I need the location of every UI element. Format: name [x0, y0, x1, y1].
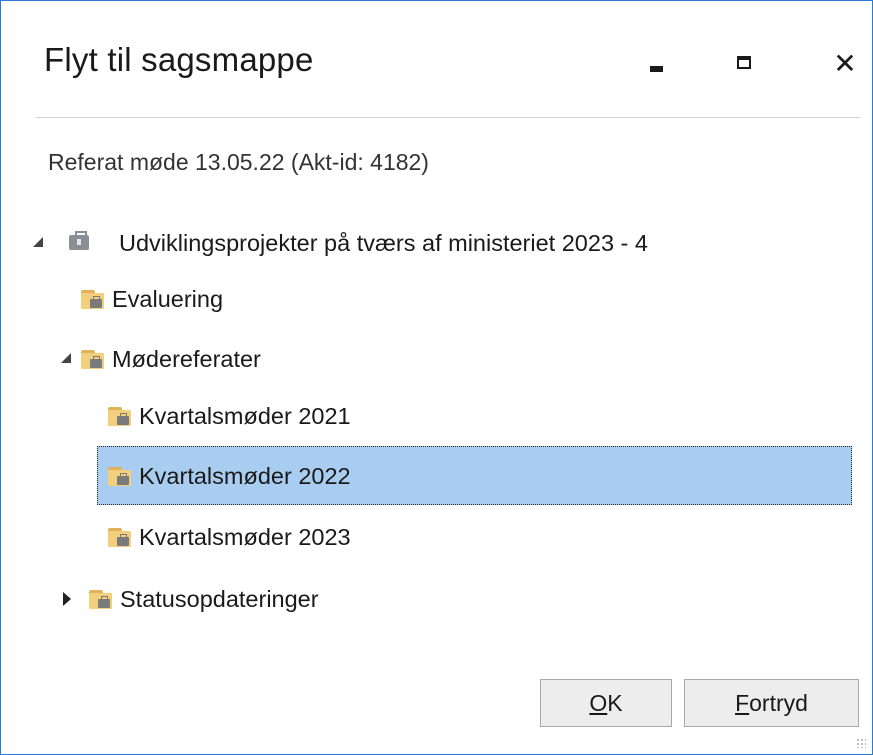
resize-grip-icon[interactable]: [856, 738, 866, 748]
folder-icon: [89, 587, 113, 609]
tree-node-root[interactable]: Udviklingsprojekter på tværs af minister…: [31, 221, 831, 265]
folder-icon: [108, 464, 132, 486]
close-icon[interactable]: ✕: [827, 46, 863, 82]
cancel-mnemonic: F: [735, 690, 750, 716]
folder-icon: [81, 347, 105, 369]
maximize-icon[interactable]: [725, 46, 761, 82]
tree-node-label: Evaluering: [112, 286, 224, 312]
cancel-button[interactable]: Fortryd: [684, 679, 859, 727]
tree-node-label: Statusopdateringer: [120, 586, 319, 612]
tree-node-kvartalsmoeder-2021[interactable]: Kvartalsmøder 2021: [108, 394, 508, 438]
minimize-icon[interactable]: [639, 46, 675, 82]
ok-label: K: [607, 690, 623, 716]
folder-icon: [81, 287, 105, 309]
folder-icon: [108, 404, 132, 426]
expanded-toggle-icon[interactable]: [61, 353, 75, 367]
cancel-label: ortryd: [749, 690, 808, 716]
folder-icon: [108, 525, 132, 547]
title-separator: [36, 117, 860, 118]
tree-node-kvartalsmoeder-2023[interactable]: Kvartalsmøder 2023: [108, 515, 508, 559]
dialog-title: Flyt til sagsmappe: [44, 41, 314, 78]
tree-node-statusopdateringer[interactable]: Statusopdateringer: [63, 577, 463, 621]
ok-mnemonic: O: [589, 690, 608, 716]
tree-node-label: Kvartalsmøder 2021: [139, 403, 351, 429]
tree-node-evaluering[interactable]: Evaluering: [81, 277, 481, 321]
move-to-case-folder-dialog: Flyt til sagsmappe ✕ Referat møde 13.05.…: [0, 0, 873, 755]
document-label: Referat møde 13.05.22 (Akt-id: 4182): [48, 149, 429, 175]
tree-node-label: Kvartalsmøder 2023: [139, 524, 351, 550]
tree-node-label: Udviklingsprojekter på tværs af minister…: [119, 230, 648, 256]
expanded-toggle-icon[interactable]: [33, 237, 47, 251]
tree-node-moedereferater[interactable]: Mødereferater: [61, 337, 461, 381]
tree-node-kvartalsmoeder-2022[interactable]: Kvartalsmøder 2022: [108, 454, 508, 498]
case-icon: [67, 229, 91, 253]
collapsed-toggle-icon[interactable]: [63, 592, 77, 606]
ok-button[interactable]: OK: [540, 679, 672, 727]
tree-node-label: Mødereferater: [112, 346, 261, 372]
tree-node-label: Kvartalsmøder 2022: [139, 463, 351, 489]
